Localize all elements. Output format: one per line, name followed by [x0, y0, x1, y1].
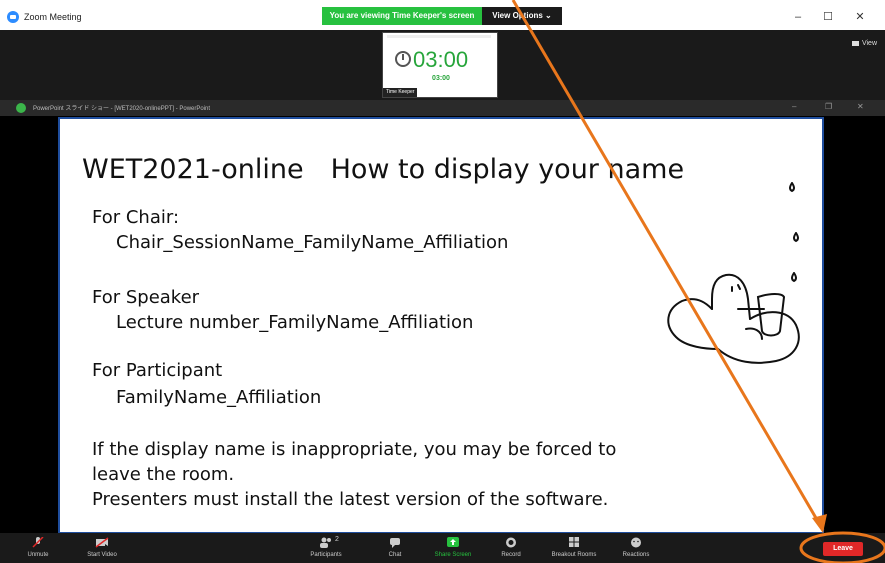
shield-icon — [16, 103, 26, 113]
record-label: Record — [501, 552, 521, 558]
ppt-close-button[interactable]: ✕ — [857, 102, 864, 111]
shared-window-bar — [387, 35, 491, 38]
slide-title: WET2021-online How to display your name — [82, 154, 685, 185]
microphone-muted-icon — [32, 537, 44, 548]
ppt-restore-button[interactable]: ❐ — [825, 102, 832, 111]
share-screen-icon — [447, 537, 459, 547]
power-icon — [395, 51, 411, 67]
breakout-rooms-icon — [569, 537, 579, 547]
record-icon — [506, 537, 516, 548]
participant-label: For Participant — [92, 360, 223, 381]
viewing-banner: You are viewing Time Keeper's screen — [322, 7, 482, 25]
breakout-rooms-label: Breakout Rooms — [551, 552, 597, 558]
chat-button[interactable]: Chat — [380, 533, 410, 563]
leave-button[interactable]: Leave — [823, 542, 863, 556]
speaker-label: For Speaker — [92, 287, 200, 308]
reactions-icon — [631, 537, 641, 548]
participants-icon — [320, 537, 331, 548]
warning-line-2: leave the room. — [92, 464, 235, 485]
character-illustration — [667, 182, 800, 364]
unmute-label: Unmute — [27, 552, 49, 558]
close-button[interactable]: ✕ — [850, 9, 870, 25]
timer-main: 03:00 — [413, 47, 469, 72]
share-screen-label: Share Screen — [434, 552, 472, 558]
minimize-button[interactable]: – — [788, 9, 808, 25]
view-options-button[interactable]: View Options ⌄ — [482, 7, 562, 25]
unmute-button[interactable]: Unmute — [16, 533, 60, 563]
start-video-label: Start Video — [87, 552, 117, 558]
zoom-logo-icon — [7, 11, 19, 23]
meeting-toolbar: Unmute Start Video Participants 2 Chat S… — [0, 533, 885, 563]
chat-icon — [390, 538, 400, 548]
participant-format: FamilyName_Affiliation — [116, 387, 322, 408]
window-title: Zoom Meeting — [24, 12, 82, 22]
video-strip: 03:00 03:00 Time Keeper View — [0, 30, 885, 100]
breakout-rooms-button[interactable]: Breakout Rooms — [542, 533, 606, 563]
presentation-slide: WET2021-online How to display your name … — [58, 117, 824, 534]
software-note: Presenters must install the latest versi… — [92, 489, 609, 510]
zoom-title-bar: Zoom Meeting You are viewing Time Keeper… — [0, 0, 885, 30]
time-keeper-video-tile[interactable]: 03:00 03:00 Time Keeper — [382, 32, 498, 98]
view-button[interactable]: View — [852, 40, 877, 47]
start-video-button[interactable]: Start Video — [74, 533, 130, 563]
chair-label: For Chair: — [92, 207, 180, 228]
chair-format: Chair_SessionName_FamilyName_Affiliation — [116, 232, 509, 253]
participants-count: 2 — [335, 536, 339, 543]
participants-label: Participants — [310, 552, 342, 558]
reactions-label: Reactions — [622, 552, 650, 558]
warning-line-1: If the display name is inappropriate, yo… — [92, 439, 617, 460]
speaker-format: Lecture number_FamilyName_Affiliation — [116, 312, 474, 333]
participants-button[interactable]: Participants — [300, 533, 352, 563]
video-camera-off-icon — [95, 537, 109, 548]
timer-sub: 03:00 — [432, 75, 450, 82]
powerpoint-window-title: PowerPoint スライド ショー - [WET2020-onlinePPT… — [33, 106, 211, 112]
record-button[interactable]: Record — [494, 533, 528, 563]
powerpoint-title-bar: PowerPoint スライド ショー - [WET2020-onlinePPT… — [0, 100, 885, 116]
participant-name-label: Time Keeper — [383, 88, 418, 97]
ppt-minimize-button[interactable]: – — [792, 102, 796, 111]
reactions-button[interactable]: Reactions — [614, 533, 658, 563]
maximize-button[interactable]: ☐ — [818, 9, 838, 25]
share-screen-button[interactable]: Share Screen — [428, 533, 478, 563]
chat-label: Chat — [388, 552, 402, 558]
